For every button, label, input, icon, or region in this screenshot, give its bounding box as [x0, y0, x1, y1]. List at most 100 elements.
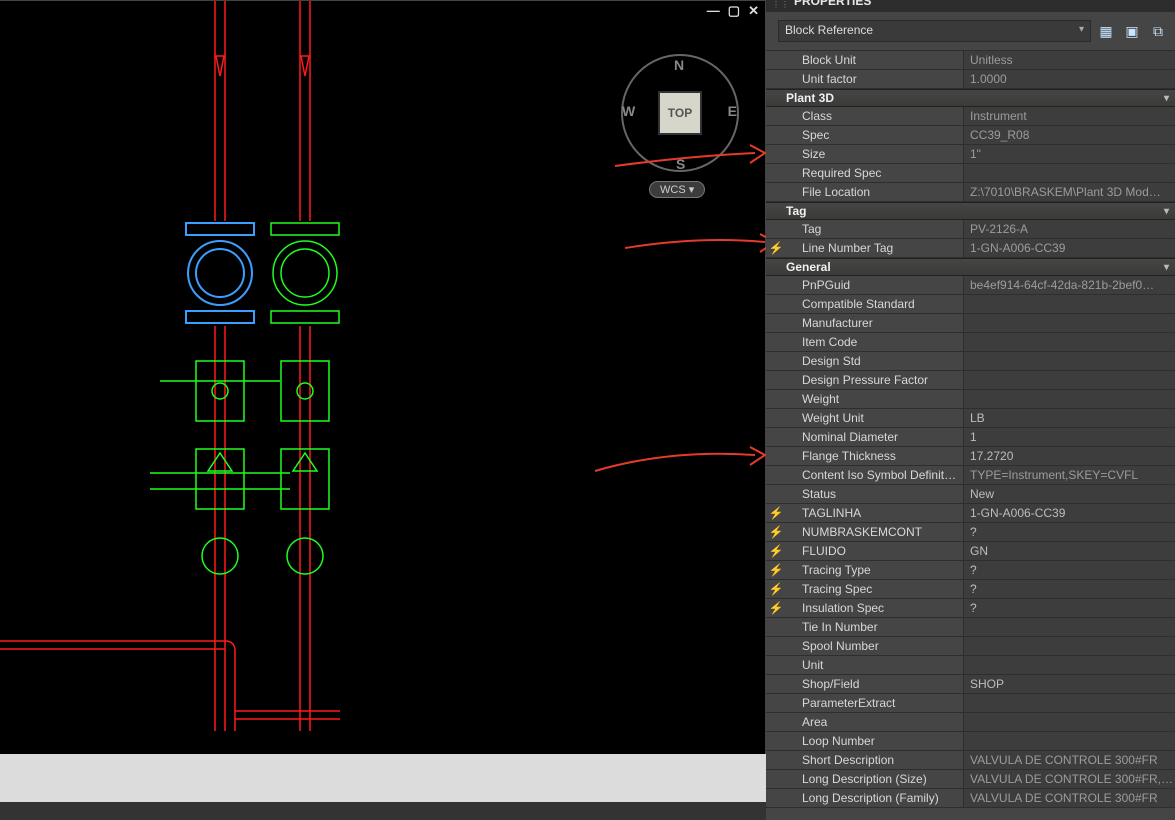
select-objects-icon[interactable]: ▣ — [1121, 20, 1143, 42]
bolt-icon: ⚡ — [769, 523, 784, 542]
row-long-desc-fam[interactable]: Long Description (Family)VALVULA DE CONT… — [766, 789, 1175, 808]
row-block-unit[interactable]: Block Unit Unitless — [766, 51, 1175, 70]
object-type-select[interactable]: Block Reference — [778, 20, 1091, 42]
row-flange-thk[interactable]: Flange Thickness17.2720 — [766, 447, 1175, 466]
row-taglinha[interactable]: ⚡TAGLINHA1-GN-A006-CC39 — [766, 504, 1175, 523]
label-status: Status — [786, 485, 964, 503]
row-file-location[interactable]: File LocationZ:\7010\BRASKEM\Plant 3D Mo… — [766, 183, 1175, 202]
row-tracing-spec[interactable]: ⚡Tracing Spec? — [766, 580, 1175, 599]
value-area[interactable] — [964, 713, 1175, 731]
row-content-iso[interactable]: Content Iso Symbol Definit…TYPE=Instrume… — [766, 466, 1175, 485]
viewport-footer — [0, 754, 766, 802]
row-class[interactable]: ClassInstrument — [766, 107, 1175, 126]
row-area[interactable]: Area — [766, 713, 1175, 732]
quick-select-icon[interactable]: ▦ — [1095, 20, 1117, 42]
value-content-iso: TYPE=Instrument,SKEY=CVFL — [964, 466, 1175, 484]
row-design-pf[interactable]: Design Pressure Factor — [766, 371, 1175, 390]
row-weight-unit[interactable]: Weight UnitLB — [766, 409, 1175, 428]
row-unit[interactable]: Unit — [766, 656, 1175, 675]
section-title-plant3d: Plant 3D — [786, 91, 834, 105]
value-fluido[interactable]: GN — [964, 542, 1175, 560]
row-compat-std[interactable]: Compatible Standard — [766, 295, 1175, 314]
value-status[interactable]: New — [964, 485, 1175, 503]
row-item-code[interactable]: Item Code — [766, 333, 1175, 352]
bolt-icon: ⚡ — [769, 239, 784, 258]
row-numbraskemcont[interactable]: ⚡NUMBRASKEMCONT? — [766, 523, 1175, 542]
value-nominal-diam[interactable]: 1 — [964, 428, 1175, 446]
grip-icon[interactable]: ⋮⋮ — [772, 0, 790, 9]
section-header-general[interactable]: General ▾ — [766, 258, 1175, 276]
properties-titlebar[interactable]: ⋮⋮ PROPERTIES — [766, 0, 1175, 12]
section-header-tag[interactable]: Tag ▾ — [766, 202, 1175, 220]
value-flange-thk[interactable]: 17.2720 — [964, 447, 1175, 465]
object-type-value: Block Reference — [785, 23, 873, 37]
row-fluido[interactable]: ⚡FLUIDOGN — [766, 542, 1175, 561]
value-unit[interactable] — [964, 656, 1175, 674]
row-unit-factor[interactable]: Unit factor 1.0000 — [766, 70, 1175, 89]
value-numbraskemcont[interactable]: ? — [964, 523, 1175, 541]
label-taglinha: TAGLINHA — [786, 504, 964, 522]
row-long-desc-size[interactable]: Long Description (Size)VALVULA DE CONTRO… — [766, 770, 1175, 789]
row-tracing-type[interactable]: ⚡Tracing Type? — [766, 561, 1175, 580]
value-insulation-spec[interactable]: ? — [964, 599, 1175, 617]
row-loop-number[interactable]: Loop Number — [766, 732, 1175, 751]
label-numbraskemcont: NUMBRASKEMCONT — [786, 523, 964, 541]
label-tie-in-number: Tie In Number — [786, 618, 964, 636]
row-param-extract[interactable]: ParameterExtract — [766, 694, 1175, 713]
row-tie-in-number[interactable]: Tie In Number — [766, 618, 1175, 637]
toggle-pickadd-icon[interactable]: ⧉ — [1147, 20, 1169, 42]
value-spool-number[interactable] — [964, 637, 1175, 655]
row-spool-number[interactable]: Spool Number — [766, 637, 1175, 656]
value-tracing-spec[interactable]: ? — [964, 580, 1175, 598]
value-design-std[interactable] — [964, 352, 1175, 370]
compass-w: W — [622, 103, 635, 119]
row-pnpguid[interactable]: PnPGuidbe4ef914-64cf-42da-821b-2bef0… — [766, 276, 1175, 295]
annotation-arrow-spec — [610, 141, 770, 201]
row-spec[interactable]: SpecCC39_R08 — [766, 126, 1175, 145]
value-tie-in-number[interactable] — [964, 618, 1175, 636]
label-required-spec: Required Spec — [786, 164, 964, 182]
row-required-spec[interactable]: Required Spec — [766, 164, 1175, 183]
value-line-number-tag: 1-GN-A006-CC39 — [964, 239, 1175, 257]
row-weight[interactable]: Weight — [766, 390, 1175, 409]
value-manufacturer[interactable] — [964, 314, 1175, 332]
row-status[interactable]: StatusNew — [766, 485, 1175, 504]
value-weight-unit[interactable]: LB — [964, 409, 1175, 427]
value-taglinha[interactable]: 1-GN-A006-CC39 — [964, 504, 1175, 522]
row-manufacturer[interactable]: Manufacturer — [766, 314, 1175, 333]
row-tag[interactable]: TagPV-2126-A — [766, 220, 1175, 239]
row-short-desc[interactable]: Short DescriptionVALVULA DE CONTROLE 300… — [766, 751, 1175, 770]
label-unit: Unit — [786, 656, 964, 674]
value-param-extract[interactable] — [964, 694, 1175, 712]
section-header-plant3d[interactable]: Plant 3D ▾ — [766, 89, 1175, 107]
value-tracing-type[interactable]: ? — [964, 561, 1175, 579]
model-viewport[interactable]: — ▢ ✕ — [0, 0, 766, 754]
label-pnpguid: PnPGuid — [786, 276, 964, 294]
section-plant3d: ClassInstrumentSpecCC39_R08Size1"Require… — [766, 107, 1175, 202]
value-spec: CC39_R08 — [964, 126, 1175, 144]
chevron-down-icon: ▾ — [1164, 93, 1169, 104]
label-block-unit: Block Unit — [786, 51, 964, 69]
row-design-std[interactable]: Design Std — [766, 352, 1175, 371]
value-compat-std[interactable] — [964, 295, 1175, 313]
value-required-spec[interactable] — [964, 164, 1175, 182]
value-design-pf[interactable] — [964, 371, 1175, 389]
label-design-pf: Design Pressure Factor — [786, 371, 964, 389]
value-loop-number[interactable] — [964, 732, 1175, 750]
row-shop-field[interactable]: Shop/FieldSHOP — [766, 675, 1175, 694]
row-size[interactable]: Size1" — [766, 145, 1175, 164]
panel-title: PROPERTIES — [794, 0, 871, 8]
row-line-number-tag[interactable]: ⚡Line Number Tag1-GN-A006-CC39 — [766, 239, 1175, 258]
row-nominal-diam[interactable]: Nominal Diameter1 — [766, 428, 1175, 447]
row-insulation-spec[interactable]: ⚡Insulation Spec? — [766, 599, 1175, 618]
label-fluido: FLUIDO — [786, 542, 964, 560]
value-shop-field[interactable]: SHOP — [964, 675, 1175, 693]
value-tag: PV-2126-A — [964, 220, 1175, 238]
value-item-code[interactable] — [964, 333, 1175, 351]
viewcube-top-face[interactable]: TOP — [658, 91, 702, 135]
label-class: Class — [786, 107, 964, 125]
label-weight-unit: Weight Unit — [786, 409, 964, 427]
value-weight[interactable] — [964, 390, 1175, 408]
section-title-tag: Tag — [786, 204, 806, 218]
label-line-number-tag: Line Number Tag — [786, 239, 964, 257]
